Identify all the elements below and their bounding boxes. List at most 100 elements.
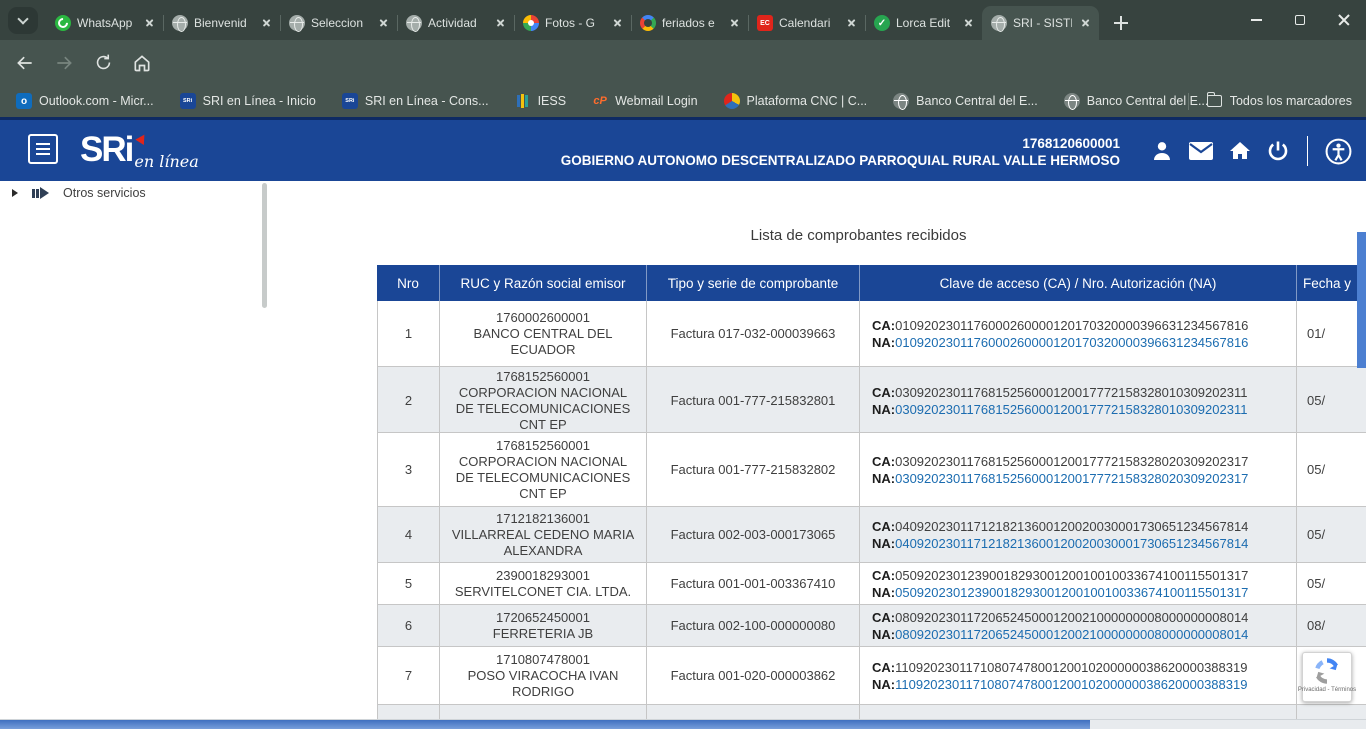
reload-button[interactable] [89,49,117,77]
tab-lorca[interactable]: ✓ Lorca Edit [865,6,982,40]
ca-value: 0109202301176000260000120170320000396631… [895,318,1248,333]
tab-actividad[interactable]: Actividad [397,6,514,40]
forward-button[interactable] [50,49,78,77]
na-link[interactable]: 0309202301176815256000120017772158328020… [895,471,1248,486]
window-controls [1234,0,1366,40]
na-link[interactable]: 1109202301171080747800120010200000038620… [895,677,1247,692]
tab-calendario[interactable]: EC Calendari [748,6,865,40]
bookmark-banco-central-2[interactable]: Banco Central del E... [1064,93,1209,109]
sidebar-item-otros-servicios[interactable]: Otros servicios [12,186,146,200]
na-link[interactable]: 0109202301176000260000120170320000396631… [895,335,1248,350]
menu-hamburger-button[interactable] [28,134,58,164]
ca-label: CA: [872,660,895,675]
tab-label: Seleccion [311,16,370,30]
cell-clave: CA:1109202301171080747800120010200000038… [860,647,1297,704]
cell-fecha: 08/ [1297,605,1366,646]
table-row: 4 1712182136001 VILLARREAL CEDENO MARIA … [377,507,1366,563]
mail-icon[interactable] [1188,140,1214,162]
tab-close-icon[interactable] [1078,15,1094,31]
tab-close-icon[interactable] [844,15,860,31]
expand-triangle-icon [12,189,18,197]
accessibility-icon[interactable] [1325,138,1352,165]
close-window-button[interactable] [1322,0,1366,40]
na-label: NA: [872,627,895,642]
cell-nro: 4 [377,507,440,562]
cell-fecha: 05/ [1297,367,1366,435]
cell-emisor: 2390018293001 SERVITELCONET CIA. LTDA. [440,563,647,604]
sidebar-scrollbar[interactable] [262,183,267,308]
cell-nro: 5 [377,563,440,604]
col-header-clave: Clave de acceso (CA) / Nro. Autorización… [860,265,1297,301]
na-link[interactable]: 0409202301171218213600120020030001730651… [895,536,1248,551]
tabs-strip: WhatsApp Bienvenid Seleccion Actividad F… [46,6,1099,40]
tab-bienvenido[interactable]: Bienvenid [163,6,280,40]
tab-close-icon[interactable] [493,15,509,31]
col-header-fecha: Fecha y [1297,265,1366,301]
all-bookmarks-label: Todos los marcadores [1230,94,1352,108]
bookmark-label: Banco Central del E... [916,94,1038,108]
na-label: NA: [872,677,895,692]
ca-value: 0809202301172065245000120021000000008000… [895,610,1248,625]
tab-close-icon[interactable] [610,15,626,31]
minimize-button[interactable] [1234,0,1278,40]
bookmark-sri-consultas[interactable]: SRi SRI en Línea - Cons... [342,93,489,109]
tab-sri-active[interactable]: SRI - SISTE [982,6,1099,40]
tab-close-icon[interactable] [376,15,392,31]
tab-fotos[interactable]: Fotos - G [514,6,631,40]
bookmark-banco-central-1[interactable]: Banco Central del E... [893,93,1038,109]
taxpayer-identity: 1768120600001 GOBIERNO AUTONOMO DESCENTR… [420,135,1120,169]
bookmark-outlook[interactable]: o Outlook.com - Micr... [16,93,154,109]
bookmarks-bar: o Outlook.com - Micr... SRi SRI en Línea… [0,85,1366,117]
na-link[interactable]: 0509202301239001829300120010010033674100… [895,585,1248,600]
sri-header: SRi en línea 1768120600001 GOBIERNO AUTO… [0,117,1366,181]
all-bookmarks[interactable]: Todos los marcadores [1188,93,1352,110]
tab-label: Lorca Edit [896,16,955,30]
maximize-button[interactable] [1278,0,1322,40]
tab-label: Calendari [779,16,838,30]
tab-search-button[interactable] [8,7,38,34]
table-row: 3 1768152560001 CORPORACION NACIONAL DE … [377,433,1366,507]
globe-icon [1064,93,1080,109]
vertical-scrollbar-thumb[interactable] [1357,232,1366,368]
col-header-emisor: RUC y Razón social emisor [440,265,647,301]
home-icon[interactable] [1228,139,1252,163]
na-link[interactable]: 0809202301172065245000120021000000008000… [895,627,1248,642]
na-link[interactable]: 0309202301176815256000120017772158328010… [895,402,1247,417]
tab-whatsapp[interactable]: WhatsApp [46,6,163,40]
cell-emisor: 1768152560001 CORPORACION NACIONAL DE TE… [440,433,647,506]
user-icon[interactable] [1150,139,1174,163]
check-circle-icon: ✓ [874,15,890,31]
bookmark-sri-inicio[interactable]: SRi SRI en Línea - Inicio [180,93,316,109]
horizontal-scrollbar[interactable] [0,719,1366,729]
sri-logo[interactable]: SRi en línea [80,130,199,170]
table-row: 6 1720652450001 FERRETERIA JB Factura 00… [377,605,1366,647]
tab-close-icon[interactable] [142,15,158,31]
bookmark-label: Plataforma CNC | C... [747,94,868,108]
power-icon[interactable] [1266,139,1290,163]
recaptcha-badge[interactable]: Privacidad - Términos [1302,652,1352,702]
cell-tipo: Factura 002-003-000173065 [647,507,860,562]
back-icon [15,53,35,73]
cpanel-icon: cP [592,93,608,109]
sri-icon: SRi [180,93,196,109]
bookmark-cnc[interactable]: Plataforma CNC | C... [724,93,868,109]
tab-close-icon[interactable] [259,15,275,31]
bookmark-iess[interactable]: IESS [515,93,567,109]
bookmark-label: Outlook.com - Micr... [39,94,154,108]
google-icon [640,15,656,31]
ca-value: 0409202301171218213600120020030001730651… [895,519,1248,534]
tab-feriados[interactable]: feriados e [631,6,748,40]
ec-logo-icon: EC [757,15,773,31]
new-tab-button[interactable] [1108,10,1134,36]
back-button[interactable] [11,49,39,77]
tab-seleccion[interactable]: Seleccion [280,6,397,40]
recaptcha-privacy-label[interactable]: Privacidad - Términos [1298,687,1356,693]
home-button[interactable] [128,49,156,77]
tab-close-icon[interactable] [961,15,977,31]
horizontal-scrollbar-thumb[interactable] [0,720,1090,729]
bookmark-webmail[interactable]: cP Webmail Login [592,93,697,109]
tab-label: Bienvenid [194,16,253,30]
tab-label: Fotos - G [545,16,604,30]
tab-close-icon[interactable] [727,15,743,31]
na-label: NA: [872,536,895,551]
